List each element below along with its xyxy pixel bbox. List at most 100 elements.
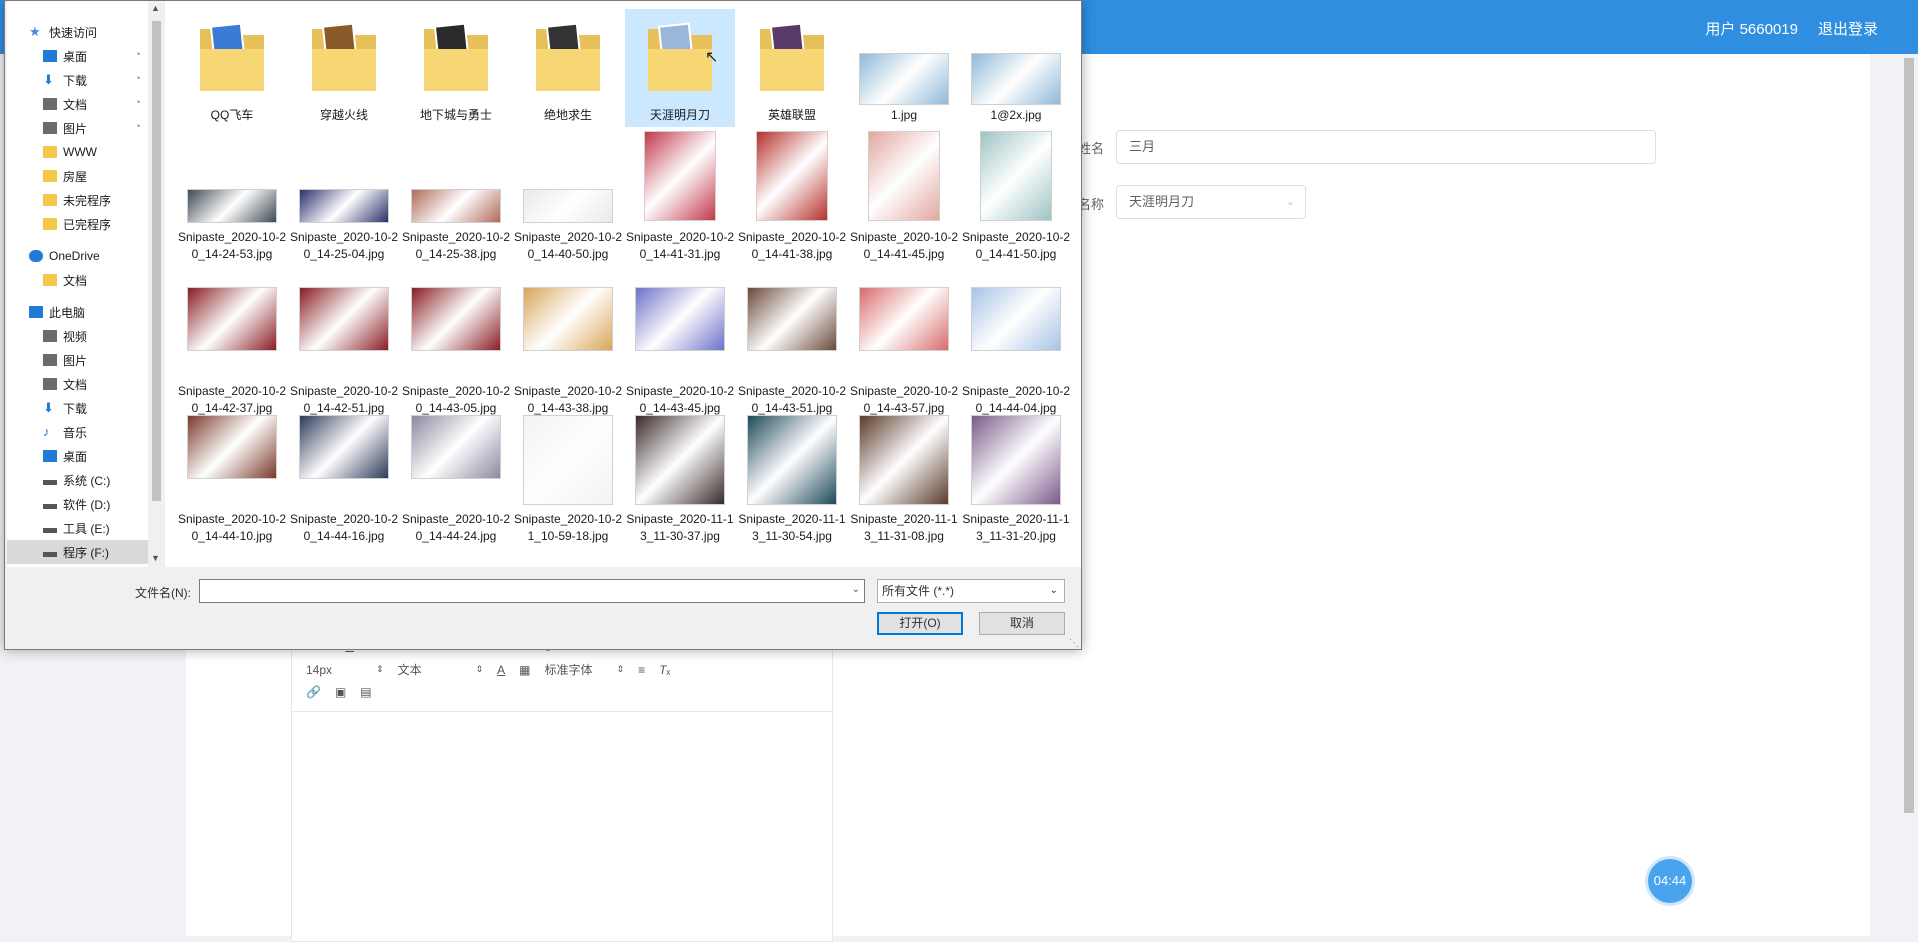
chevron-down-icon[interactable]: ⌄ (852, 584, 860, 595)
nav-item[interactable]: 此电脑 (7, 300, 148, 324)
file-item[interactable]: Snipaste_2020-10-20_14-44-04.jpg (961, 285, 1071, 433)
file-item[interactable]: 1.jpg (849, 9, 959, 127)
nav-item[interactable]: 桌面 (7, 444, 148, 468)
computer-icon (29, 306, 43, 318)
file-name: Snipaste_2020-10-20_14-41-38.jpg (737, 230, 847, 261)
image-thumbnail-icon (980, 131, 1052, 221)
nav-item[interactable]: 桌面 • (7, 44, 148, 68)
file-grid: QQ飞车 穿越火线 地下城与勇士 绝地求生 天涯明月刀 英雄联盟 1.jpg 1@2x.jpg… (165, 1, 1081, 567)
file-item[interactable]: Snipaste_2020-10-20_14-40-50.jpg (513, 131, 623, 279)
file-item[interactable]: Snipaste_2020-11-13_11-31-20.jpg (961, 413, 1071, 561)
nav-item-label: 此电脑 (49, 305, 86, 320)
file-item[interactable]: Snipaste_2020-10-20_14-43-38.jpg (513, 285, 623, 433)
timer-badge[interactable]: 04:44 (1648, 859, 1692, 903)
image-icon[interactable]: ▣ (335, 685, 346, 699)
title-select[interactable]: 天涯明月刀 ⌄ (1116, 185, 1306, 219)
file-item[interactable]: Snipaste_2020-10-21_10-59-18.jpg (513, 413, 623, 561)
font-size-select[interactable]: 14px ⇕ (306, 663, 384, 677)
nav-item-label: 桌面 (63, 49, 88, 64)
link-icon[interactable]: 🔗 (306, 685, 321, 699)
text-type-select[interactable]: 文本 ⇕ (398, 661, 484, 678)
file-item[interactable]: Snipaste_2020-11-13_11-30-54.jpg (737, 413, 847, 561)
nav-item[interactable]: 图片 (7, 348, 148, 372)
resize-grip-icon[interactable]: ⋱ (1069, 638, 1079, 649)
editor-toolbar-row-3: 🔗 ▣ ▤ (306, 685, 372, 699)
navigation-scrollbar[interactable]: ▲ ▼ (148, 1, 164, 567)
file-item[interactable]: Snipaste_2020-10-20_14-44-10.jpg (177, 413, 287, 561)
folder-icon (43, 274, 57, 286)
cloud-icon (29, 250, 43, 262)
video-icon (43, 330, 57, 342)
clear-format-icon[interactable]: Tₓ (659, 663, 670, 677)
filetype-value: 所有文件 (*.*) (882, 584, 955, 598)
nav-item[interactable]: 房屋 (7, 164, 148, 188)
nav-item[interactable]: ★ 快速访问 (7, 20, 148, 44)
file-item[interactable]: Snipaste_2020-10-20_14-42-51.jpg (289, 285, 399, 433)
file-name: 英雄联盟 (767, 108, 816, 122)
file-item[interactable]: Snipaste_2020-10-20_14-25-04.jpg (289, 131, 399, 279)
file-item[interactable]: 1@2x.jpg (961, 9, 1071, 127)
file-name: 1.jpg (890, 108, 918, 122)
file-item[interactable]: Snipaste_2020-10-20_14-42-37.jpg (177, 285, 287, 433)
scroll-down-icon[interactable]: ▼ (151, 553, 160, 563)
video-icon[interactable]: ▤ (360, 685, 371, 699)
cancel-button[interactable]: 取消 (979, 612, 1065, 635)
logout-link[interactable]: 退出登录 (1818, 18, 1878, 39)
image-thumbnail-icon (868, 131, 940, 221)
nav-item[interactable]: 工具 (E:) (7, 516, 148, 540)
file-item[interactable]: Snipaste_2020-10-20_14-43-51.jpg (737, 285, 847, 433)
nav-item[interactable]: 图片 • (7, 116, 148, 140)
nav-item[interactable]: 文档 (7, 372, 148, 396)
folder-item[interactable]: 英雄联盟 (737, 9, 847, 127)
file-item[interactable]: Snipaste_2020-10-20_14-25-38.jpg (401, 131, 511, 279)
filename-input[interactable]: ⌄ (199, 579, 865, 603)
nav-item[interactable]: 文档 • (7, 92, 148, 116)
file-item[interactable]: Snipaste_2020-10-20_14-43-57.jpg (849, 285, 959, 433)
folder-item[interactable]: QQ飞车 (177, 9, 287, 127)
background-color-icon[interactable]: ▦ (519, 663, 530, 677)
file-name: Snipaste_2020-10-20_14-44-10.jpg (177, 512, 287, 543)
nav-item[interactable]: 文档 (7, 268, 148, 292)
name-input[interactable]: 三月 (1116, 130, 1656, 164)
nav-item[interactable]: 已完程序 (7, 212, 148, 236)
file-item[interactable]: Snipaste_2020-10-20_14-44-16.jpg (289, 413, 399, 561)
picture-icon (43, 122, 57, 134)
file-item[interactable]: Snipaste_2020-10-20_14-41-50.jpg (961, 131, 1071, 279)
nav-item[interactable]: ⬇ 下载 • (7, 68, 148, 92)
file-item[interactable]: Snipaste_2020-10-20_14-41-45.jpg (849, 131, 959, 279)
file-item[interactable]: Snipaste_2020-10-20_14-43-45.jpg (625, 285, 735, 433)
desktop-icon (43, 450, 57, 462)
nav-item[interactable]: 未完程序 (7, 188, 148, 212)
file-item[interactable]: Snipaste_2020-10-20_14-41-31.jpg (625, 131, 735, 279)
folder-icon (43, 218, 57, 230)
folder-item[interactable]: 绝地求生 (513, 9, 623, 127)
file-item[interactable]: Snipaste_2020-10-20_14-43-05.jpg (401, 285, 511, 433)
file-item[interactable]: Snipaste_2020-11-13_11-31-08.jpg (849, 413, 959, 561)
file-item[interactable]: Snipaste_2020-10-20_14-41-38.jpg (737, 131, 847, 279)
nav-item[interactable]: ⬇ 下载 (7, 396, 148, 420)
image-thumbnail-icon (644, 131, 716, 221)
font-color-icon[interactable]: A (497, 663, 505, 677)
nav-item[interactable]: OneDrive (7, 244, 148, 268)
folder-item[interactable]: 穿越火线 (289, 9, 399, 127)
scroll-up-icon[interactable]: ▲ (151, 3, 160, 13)
editor-content-area[interactable] (292, 711, 832, 942)
folder-item[interactable]: 天涯明月刀 (625, 9, 735, 127)
align-icon[interactable]: ≡ (638, 663, 645, 677)
file-item[interactable]: Snipaste_2020-11-13_11-30-37.jpg (625, 413, 735, 561)
nav-item[interactable]: 视频 (7, 324, 148, 348)
filetype-select[interactable]: 所有文件 (*.*) ⌄ (877, 579, 1065, 603)
navigation-scroll-thumb[interactable] (152, 21, 161, 501)
nav-item[interactable]: WWW (7, 140, 148, 164)
page-scrollbar[interactable] (1904, 58, 1914, 813)
open-button[interactable]: 打开(O) (877, 612, 963, 635)
nav-item[interactable]: 程序 (F:) (7, 540, 148, 564)
folder-item[interactable]: 地下城与勇士 (401, 9, 511, 127)
nav-item[interactable]: ♪ 音乐 (7, 420, 148, 444)
user-id: 用户 5660019 (1705, 21, 1798, 38)
file-item[interactable]: Snipaste_2020-10-20_14-44-24.jpg (401, 413, 511, 561)
nav-item[interactable]: 软件 (D:) (7, 492, 148, 516)
nav-item[interactable]: 系统 (C:) (7, 468, 148, 492)
file-item[interactable]: Snipaste_2020-10-20_14-24-53.jpg (177, 131, 287, 279)
font-family-select[interactable]: 标准字体 ⇕ (545, 661, 625, 678)
